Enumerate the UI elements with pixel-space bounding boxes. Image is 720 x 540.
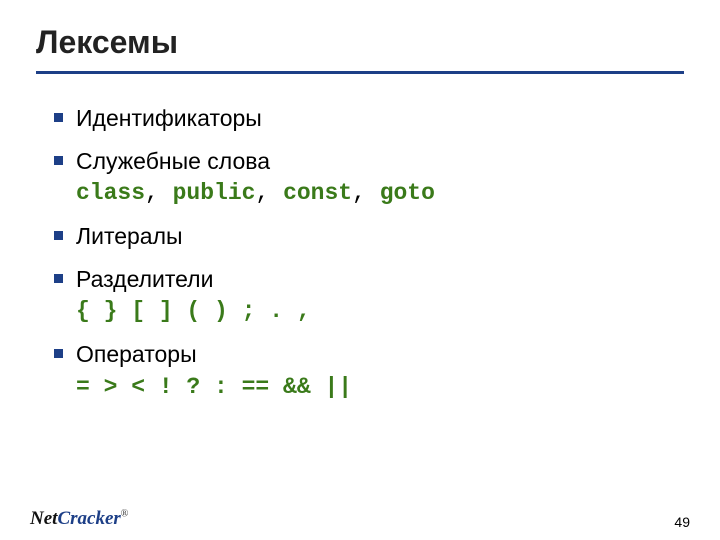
bullet-label: Идентификаторы bbox=[76, 105, 262, 131]
separator: , bbox=[255, 180, 283, 206]
kw-goto: goto bbox=[380, 180, 435, 206]
bullet-keywords: Служебные слова class, public, const, go… bbox=[54, 145, 684, 210]
operators-code: = > < ! ? : == && || bbox=[76, 371, 684, 404]
separator: , bbox=[145, 180, 173, 206]
bullet-label: Служебные слова bbox=[76, 148, 270, 174]
bullet-separators: Разделители { } [ ] ( ) ; . , bbox=[54, 263, 684, 328]
logo-net: Net bbox=[30, 508, 57, 529]
page-number: 49 bbox=[674, 514, 690, 530]
bullet-label: Разделители bbox=[76, 266, 213, 292]
logo-registered: ® bbox=[121, 509, 129, 520]
bullet-label: Литералы bbox=[76, 223, 183, 249]
bullet-literals: Литералы bbox=[54, 220, 684, 253]
netcracker-logo: NetCracker® bbox=[30, 508, 138, 530]
slide-footer: NetCracker® 49 bbox=[0, 508, 720, 530]
kw-class: class bbox=[76, 180, 145, 206]
logo-cracker: Cracker bbox=[57, 508, 120, 529]
bullet-label: Операторы bbox=[76, 341, 197, 367]
slide: Лексемы Идентификаторы Служебные слова c… bbox=[0, 0, 720, 540]
separator: , bbox=[352, 180, 380, 206]
title-rule bbox=[36, 71, 684, 74]
bullet-identifiers: Идентификаторы bbox=[54, 102, 684, 135]
slide-title: Лексемы bbox=[36, 24, 684, 61]
kw-const: const bbox=[283, 180, 352, 206]
bullet-operators: Операторы = > < ! ? : == && || bbox=[54, 338, 684, 403]
bullet-list: Идентификаторы Служебные слова class, pu… bbox=[36, 102, 684, 403]
separators-code: { } [ ] ( ) ; . , bbox=[76, 295, 684, 328]
kw-public: public bbox=[173, 180, 256, 206]
keywords-line: class, public, const, goto bbox=[76, 177, 684, 210]
